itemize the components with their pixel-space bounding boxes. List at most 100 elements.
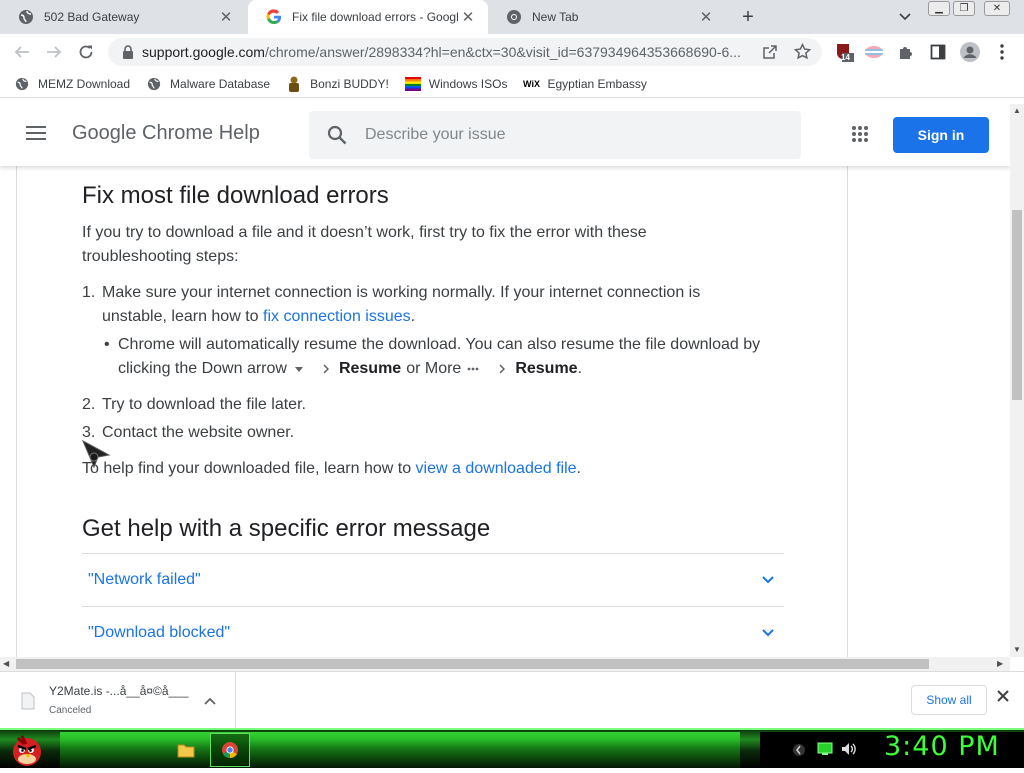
bookmark-label: Egyptian Embassy bbox=[547, 76, 647, 91]
sign-in-button[interactable]: Sign in bbox=[893, 117, 989, 153]
help-search-box[interactable] bbox=[309, 111, 801, 159]
fix-connection-issues-link[interactable]: fix connection issues bbox=[263, 308, 411, 325]
bullet-line1: Chrome will automatically resume the dow… bbox=[118, 336, 761, 353]
hamburger-menu-icon[interactable] bbox=[26, 125, 46, 145]
bookmark-label: Bonzi BUDDY! bbox=[310, 76, 389, 91]
vertical-scroll-thumb[interactable] bbox=[1012, 210, 1022, 400]
horizontal-scroll-thumb[interactable] bbox=[16, 659, 929, 669]
taskbar-chrome-icon[interactable] bbox=[210, 733, 250, 767]
show-all-button[interactable]: Show all bbox=[911, 685, 987, 715]
profile-avatar-icon[interactable] bbox=[958, 40, 982, 64]
globe-icon bbox=[146, 76, 162, 92]
chevron-down-icon[interactable] bbox=[756, 621, 780, 645]
more-dots-icon bbox=[467, 367, 479, 371]
chevron-right-icon bbox=[323, 364, 329, 374]
globe-icon bbox=[18, 9, 34, 25]
forward-arrow-icon[interactable] bbox=[42, 40, 66, 64]
browser-toolbar: support.google.com/chrome/answer/2898334… bbox=[0, 34, 1024, 70]
article-heading: Fix most file download errors bbox=[82, 182, 389, 209]
step-number: 2. bbox=[82, 396, 96, 413]
url-text[interactable]: support.google.com/chrome/answer/2898334… bbox=[142, 44, 752, 60]
pride-flag-icon[interactable] bbox=[862, 40, 886, 64]
scroll-left-arrow-icon[interactable]: ◀ bbox=[3, 659, 9, 668]
tab-new-tab[interactable]: New Tab ✕ bbox=[488, 0, 726, 34]
close-tab-icon[interactable]: ✕ bbox=[696, 7, 716, 27]
accordion-network-failed[interactable]: "Network failed" bbox=[82, 553, 784, 606]
chevron-right-icon bbox=[499, 364, 506, 374]
restore-button[interactable]: ❐ bbox=[953, 1, 975, 16]
tab-title: Fix file download errors - Google bbox=[292, 10, 458, 24]
scroll-right-arrow-icon[interactable]: ▶ bbox=[997, 659, 1003, 668]
new-tab-button[interactable]: + bbox=[736, 5, 760, 29]
tab-search-chevron-icon[interactable] bbox=[895, 7, 915, 27]
help-search-input[interactable] bbox=[365, 126, 785, 144]
windows-flag-icon bbox=[404, 76, 421, 92]
chevron-up-icon[interactable] bbox=[204, 692, 220, 708]
view-downloaded-file-link[interactable]: view a downloaded file bbox=[416, 460, 577, 477]
article-card: Fix most file download errors If you try… bbox=[16, 166, 848, 657]
menu-kebab-icon[interactable] bbox=[990, 40, 1014, 64]
back-arrow-icon[interactable] bbox=[10, 40, 34, 64]
apps-grid-icon[interactable] bbox=[851, 125, 871, 145]
download-status: Canceled bbox=[49, 705, 92, 716]
download-item[interactable]: Y2Mate.is -...å__å¤©å___ Canceled bbox=[0, 672, 236, 728]
network-icon[interactable] bbox=[817, 742, 833, 758]
extensions-puzzle-icon[interactable] bbox=[894, 40, 918, 64]
bullet-line2: clicking the Down arrow Resume or More R… bbox=[118, 357, 798, 381]
address-bar[interactable]: support.google.com/chrome/answer/2898334… bbox=[108, 38, 822, 66]
scroll-up-arrow-icon[interactable]: ▲ bbox=[1013, 106, 1021, 115]
horizontal-scrollbar[interactable]: ◀ ▶ bbox=[0, 657, 1010, 671]
side-panel-icon[interactable] bbox=[926, 40, 950, 64]
mouse-cursor-icon bbox=[81, 439, 112, 469]
bookmark-malware-database[interactable]: Malware Database bbox=[146, 76, 270, 92]
minimize-button[interactable]: ▁ bbox=[928, 1, 950, 16]
page-viewport: Google Chrome Help Sign in Fix most file… bbox=[0, 104, 1010, 657]
close-icon[interactable] bbox=[996, 689, 1016, 709]
download-filename: Y2Mate.is -...å__å¤©å___ bbox=[49, 684, 189, 698]
tab-title: 502 Bad Gateway bbox=[44, 10, 140, 24]
bookmark-star-icon[interactable] bbox=[793, 42, 812, 65]
wix-icon: WiX bbox=[523, 78, 540, 89]
tab-strip: 502 Bad Gateway ✕ Fix file download erro… bbox=[0, 0, 1024, 34]
accordion-download-blocked[interactable]: "Download blocked" bbox=[82, 606, 784, 657]
help-center-title[interactable]: Google Chrome Help bbox=[72, 122, 260, 145]
reload-icon[interactable] bbox=[74, 40, 98, 64]
lock-icon[interactable] bbox=[114, 45, 142, 59]
close-tab-icon[interactable]: ✕ bbox=[458, 7, 478, 27]
tray-arrow-icon[interactable] bbox=[792, 742, 808, 758]
vertical-scrollbar[interactable]: ▲ ▼ bbox=[1010, 104, 1024, 657]
start-button-angry-bird-icon[interactable] bbox=[8, 730, 46, 768]
step-2-text: Try to download the file later. bbox=[102, 396, 306, 413]
taskbar-file-explorer-icon[interactable] bbox=[166, 733, 206, 767]
tab-fix-download-errors[interactable]: Fix file download errors - Google ✕ bbox=[248, 0, 488, 34]
bookmark-label: Malware Database bbox=[170, 76, 271, 91]
bookmark-windows-isos[interactable]: Windows ISOs bbox=[404, 76, 508, 92]
file-icon bbox=[20, 692, 36, 710]
volume-icon[interactable] bbox=[841, 742, 857, 758]
resume-label: Resume bbox=[338, 360, 402, 377]
scroll-down-arrow-icon[interactable]: ▼ bbox=[1013, 645, 1021, 654]
bookmark-memz-download[interactable]: MEMZ Download bbox=[14, 76, 130, 92]
help-header: Google Chrome Help Sign in bbox=[0, 104, 1010, 166]
chevron-down-icon[interactable] bbox=[756, 568, 780, 592]
taskbar-clock[interactable]: 3:40 PM bbox=[884, 731, 1000, 762]
bullet-text: Chrome will automatically resume the dow… bbox=[118, 333, 798, 381]
bonzi-icon bbox=[286, 76, 302, 92]
extension-shield-icon[interactable]: 14 bbox=[832, 40, 856, 64]
bookmark-label: Windows ISOs bbox=[428, 76, 508, 91]
bookmark-bonzi-buddy[interactable]: Bonzi BUDDY! bbox=[286, 76, 389, 92]
globe-icon bbox=[14, 76, 30, 92]
bookmark-label: MEMZ Download bbox=[38, 76, 131, 91]
step-1-line2: unstable, learn how to fix connection is… bbox=[102, 308, 416, 325]
close-window-button[interactable]: ✕ bbox=[984, 1, 1010, 16]
step-3-text: Contact the website owner. bbox=[102, 424, 295, 441]
share-icon[interactable] bbox=[762, 44, 778, 65]
search-icon[interactable] bbox=[309, 125, 365, 145]
tab-502-bad-gateway[interactable]: 502 Bad Gateway ✕ bbox=[0, 0, 246, 34]
intro-paragraph: If you try to download a file and it doe… bbox=[82, 224, 647, 265]
accordion-label: "Download blocked" bbox=[88, 624, 231, 641]
taskbar-glow bbox=[60, 732, 740, 768]
tab-title: New Tab bbox=[532, 10, 579, 24]
bookmark-egyptian-embassy[interactable]: WiX Egyptian Embassy bbox=[523, 76, 647, 92]
close-tab-icon[interactable]: ✕ bbox=[216, 7, 236, 27]
